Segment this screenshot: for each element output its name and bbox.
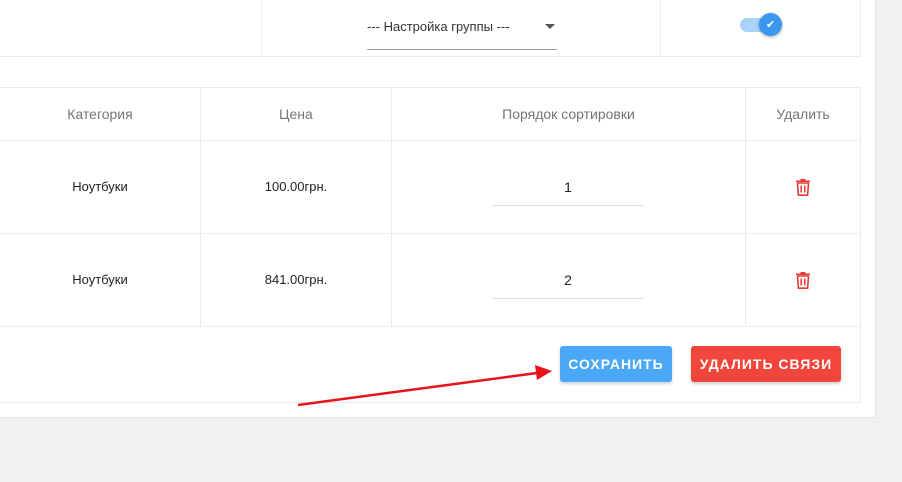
price-cell: 100.00грн. [264, 179, 328, 194]
column-header-price: Цена [279, 106, 313, 122]
active-toggle[interactable]: ✔ [740, 13, 782, 36]
chevron-down-icon [545, 24, 555, 29]
column-header-delete: Удалить [776, 106, 830, 122]
row-divider [0, 326, 860, 327]
group-settings-select[interactable]: --- Настройка группы --- [367, 13, 557, 50]
column-divider [261, 0, 262, 56]
column-header-sort-order: Порядок сортировки [502, 106, 635, 122]
group-settings-select-value: --- Настройка группы --- [367, 19, 510, 34]
price-cell: 841.00грн. [264, 272, 328, 287]
sort-order-input[interactable]: 2 [493, 270, 643, 299]
column-header-category: Категория [67, 106, 133, 122]
group-settings-row: --- Настройка группы --- ✔ [0, 0, 861, 57]
check-icon: ✔ [759, 13, 782, 36]
column-divider [660, 0, 661, 56]
sort-order-input[interactable]: 1 [493, 177, 643, 206]
save-button[interactable]: СОХРАНИТЬ [560, 346, 672, 382]
trash-icon[interactable] [795, 178, 811, 196]
content-card: --- Настройка группы --- ✔ Категория Цен… [0, 0, 876, 418]
trash-icon[interactable] [795, 271, 811, 289]
delete-links-button[interactable]: УДАЛИТЬ СВЯЗИ [691, 346, 841, 382]
category-cell: Ноутбуки [72, 272, 128, 287]
category-cell: Ноутбуки [72, 179, 128, 194]
